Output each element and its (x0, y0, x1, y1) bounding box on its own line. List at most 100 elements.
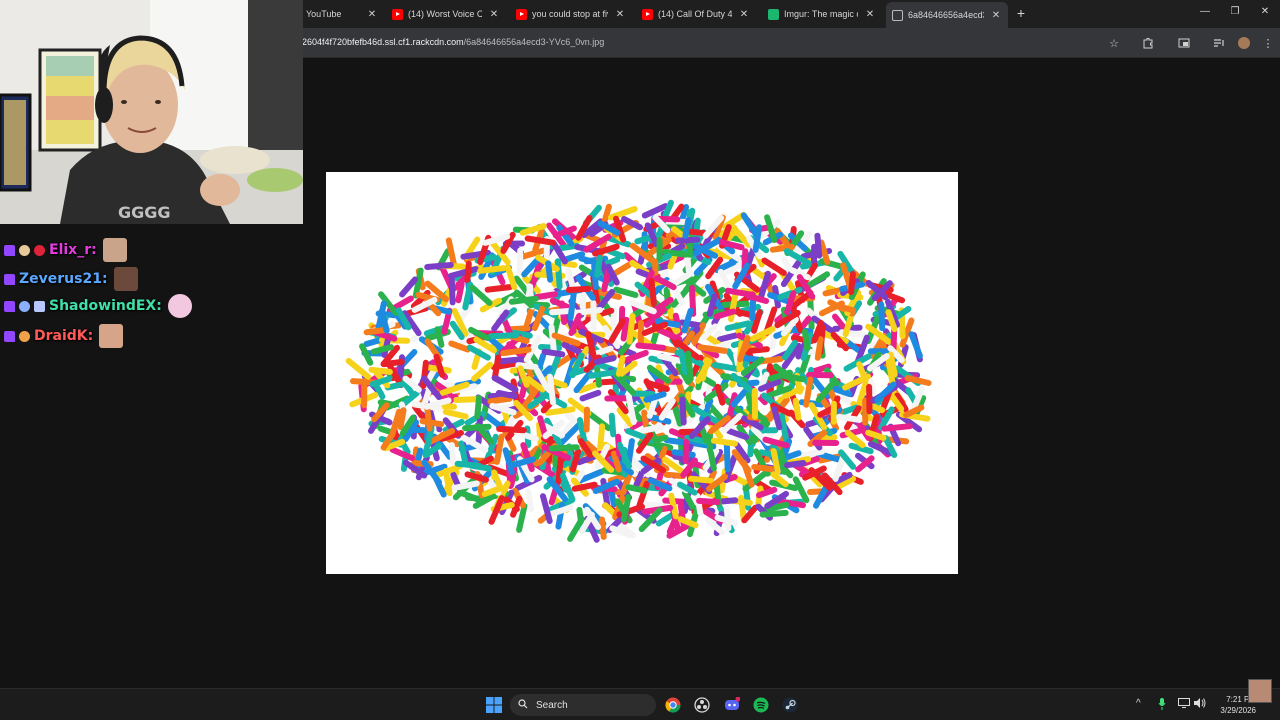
sprinkle (513, 429, 539, 442)
tab-imgur[interactable]: Imgur: The magic of t ✕ (762, 4, 882, 24)
youtube-icon (642, 8, 653, 20)
heart-badge-icon (34, 244, 45, 256)
close-icon[interactable]: ✕ (488, 9, 500, 20)
tab-title: you could stop at five (532, 9, 608, 19)
sprinkle (487, 395, 513, 405)
sprinkle (778, 449, 788, 475)
sprinkle (464, 260, 472, 283)
chat-username[interactable]: Elix_r: (49, 242, 97, 258)
chat-username[interactable]: DraidK: (34, 328, 93, 344)
face-emote-icon (102, 238, 127, 262)
steam-icon[interactable] (781, 696, 799, 714)
windows-start-icon[interactable] (485, 696, 503, 714)
spotify-icon[interactable] (752, 696, 770, 714)
sprinkle (801, 328, 811, 352)
sprinkle (381, 358, 405, 368)
sprinkle (474, 394, 482, 420)
sprinkle (908, 331, 923, 359)
sprinkle (548, 323, 557, 355)
youtube-icon (516, 8, 527, 20)
close-icon[interactable]: ✕ (738, 9, 750, 20)
sprinkle (554, 258, 563, 290)
close-icon[interactable]: ✕ (864, 9, 876, 20)
bookmark-star-icon[interactable]: ☆ (1107, 36, 1121, 50)
sprinkle (814, 336, 824, 361)
close-window-button[interactable]: ✕ (1258, 6, 1272, 17)
sprinkle (516, 503, 528, 533)
chat-username[interactable]: Zeverus21: (19, 271, 108, 287)
sprinkles-illustration (345, 199, 932, 543)
sprinkle (640, 424, 665, 434)
search-label: Search (536, 699, 568, 711)
chrome-icon[interactable] (664, 696, 682, 714)
sprinkle (525, 488, 534, 512)
screen: YouTube ✕ (14) Worst Voice Crac ✕ you co… (0, 0, 1280, 720)
tab-you-could-stop[interactable]: you could stop at five ✕ (510, 4, 632, 24)
url-field[interactable]: 2604f4f720bfefb46d.ssl.cf1.rackcdn.com/6… (302, 37, 604, 47)
sprinkle (759, 509, 789, 518)
chat-username[interactable]: ShadowindEX: (49, 298, 162, 314)
sprinkle (724, 320, 752, 332)
new-tab-button[interactable]: + (1014, 5, 1028, 21)
sprinkle (751, 464, 775, 473)
url-path: /6a84646656a4ecd3-YVc6_0vn.jpg (463, 37, 605, 47)
sprinkle (784, 460, 807, 469)
volume-icon[interactable] (1194, 698, 1206, 711)
maximize-button[interactable]: ❐ (1228, 6, 1242, 17)
sprinkle (448, 340, 471, 353)
sprinkle (723, 504, 732, 532)
menu-kebab-icon[interactable]: ⋮ (1261, 36, 1275, 50)
sprinkle (445, 237, 457, 268)
sprinkle (674, 236, 701, 244)
sprinkle (887, 351, 898, 378)
sprinkle (495, 390, 518, 400)
network-icon[interactable] (1178, 698, 1190, 711)
close-icon[interactable]: ✕ (990, 10, 1002, 21)
sprinkle (696, 344, 728, 354)
twitch-badge-icon (4, 300, 15, 312)
sprinkle (458, 440, 469, 466)
tab-title: YouTube (306, 9, 342, 19)
cast-icon[interactable] (1177, 36, 1191, 50)
sprinkle (593, 355, 617, 365)
sprinkle (663, 437, 688, 446)
webcam-corner-avatar (1248, 679, 1272, 703)
sprinkle (723, 441, 731, 473)
sprinkle (682, 217, 692, 239)
microphone-icon[interactable] (1158, 698, 1166, 713)
sprinkle (752, 224, 763, 253)
sprinkle (576, 417, 588, 443)
sprinkle (496, 425, 527, 434)
face-emote-icon (113, 267, 138, 291)
sprinkle (424, 262, 454, 270)
taskbar-search[interactable]: Search (510, 694, 656, 716)
pink-emote-icon (167, 294, 192, 318)
sprinkle (477, 265, 507, 274)
profile-avatar[interactable] (1237, 36, 1251, 50)
tab-image-active[interactable]: 6a84646656a4ecd3-Y ✕ (886, 2, 1008, 28)
tab-youtube[interactable]: YouTube ✕ (300, 4, 384, 24)
minimize-button[interactable]: — (1198, 6, 1212, 17)
sprinkle (648, 277, 657, 307)
rainbow-sprinkles-image (326, 172, 958, 574)
sprinkle (448, 276, 456, 306)
webcam-overlay: GGGG (0, 0, 303, 224)
obs-icon[interactable] (693, 696, 711, 714)
tab-call-of-duty[interactable]: (14) Call Of Duty 4 M ✕ (636, 4, 756, 24)
sprinkle (492, 354, 502, 380)
extensions-icon[interactable] (1141, 36, 1155, 50)
sprinkle (541, 348, 566, 358)
sprinkle (384, 380, 410, 391)
globe-icon (892, 9, 903, 21)
close-icon[interactable]: ✕ (614, 9, 626, 20)
tray-overflow-chevron-icon[interactable]: ^ (1136, 698, 1141, 709)
sprinkle (801, 448, 826, 458)
sprinkle (399, 276, 418, 298)
sprinkle (544, 406, 576, 416)
youtube-icon (392, 8, 403, 20)
sprinkle (681, 307, 694, 334)
media-controls-icon[interactable] (1212, 36, 1226, 50)
discord-icon[interactable] (723, 696, 741, 714)
close-icon[interactable]: ✕ (366, 9, 378, 20)
tab-worst-voice-crack[interactable]: (14) Worst Voice Crac ✕ (386, 4, 506, 24)
